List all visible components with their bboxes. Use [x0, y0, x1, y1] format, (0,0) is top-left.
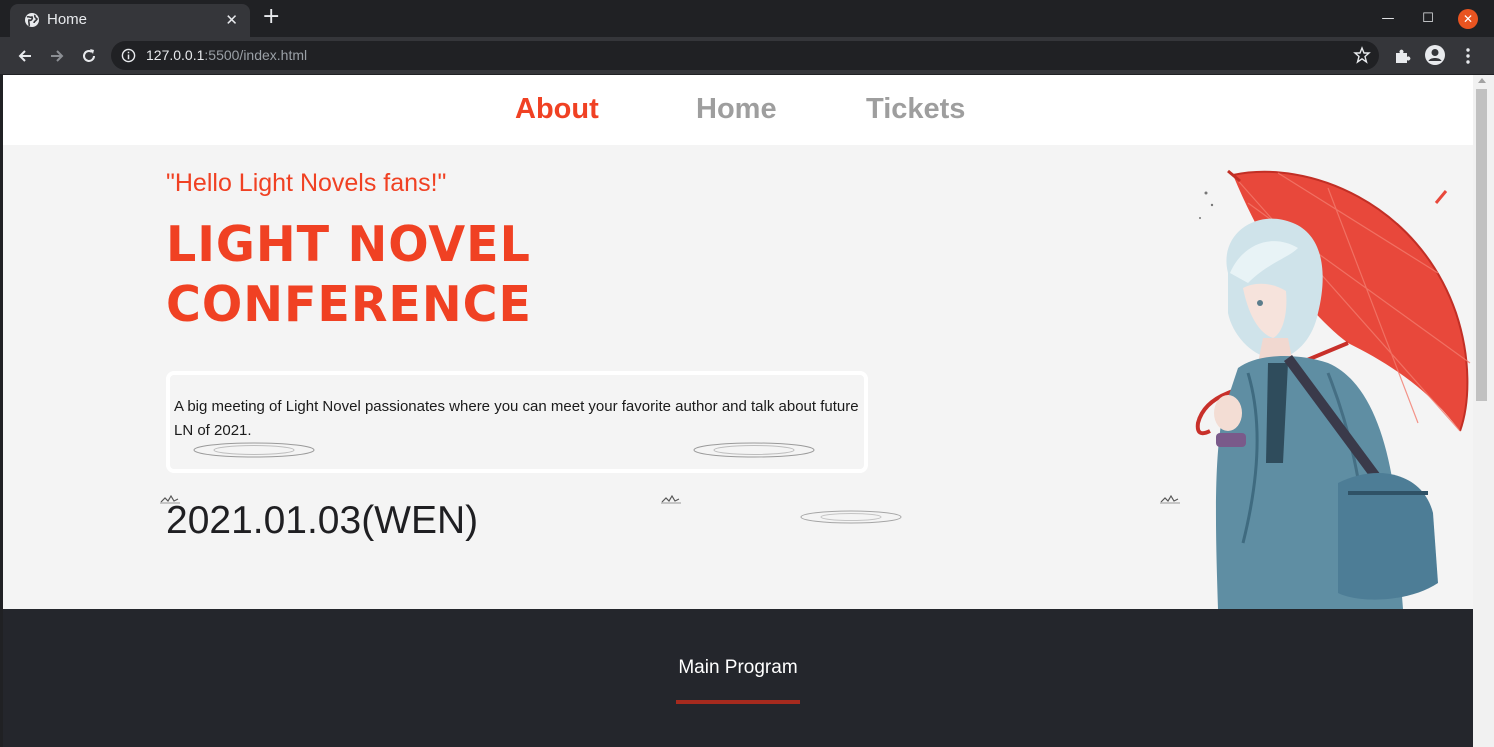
kebab-menu-icon[interactable]: [1458, 46, 1478, 66]
account-icon[interactable]: [1424, 44, 1446, 66]
title-line-1: LIGHT NOVEL: [166, 216, 531, 273]
globe-icon: [25, 13, 39, 27]
hero-greeting: "Hello Light Novels fans!": [166, 169, 447, 197]
tab-title: Home: [47, 11, 88, 28]
arrow-right-icon: [51, 50, 64, 62]
url-host: 127.0.0.1: [146, 47, 205, 63]
title-line-2: CONFERENCE: [166, 276, 532, 333]
rain-ripple: [193, 442, 315, 458]
close-tab-icon[interactable]: ✕: [225, 11, 238, 29]
scroll-up-arrow-icon[interactable]: [1478, 78, 1486, 83]
nav-link-tickets[interactable]: Tickets: [866, 93, 965, 126]
maximize-icon[interactable]: ☐: [1408, 0, 1448, 37]
title-underline: [676, 700, 800, 704]
tab-strip: Home ✕ + — ☐ ✕: [0, 0, 1494, 37]
new-tab-icon[interactable]: +: [262, 4, 280, 29]
arrow-left-icon: [18, 50, 31, 62]
umbrella-character-illustration: [1195, 169, 1471, 609]
nav-link-home[interactable]: Home: [696, 93, 777, 126]
close-window-button[interactable]: ✕: [1448, 0, 1488, 37]
rain-ripple: [693, 442, 815, 458]
page-scrollbar[interactable]: [1473, 75, 1494, 747]
minimize-icon[interactable]: —: [1368, 0, 1408, 37]
url-path: :5500/index.html: [204, 47, 308, 63]
forward-button[interactable]: [44, 43, 70, 69]
browser-tab[interactable]: Home ✕: [10, 4, 250, 37]
conference-title: LIGHT NOVEL CONFERENCE: [166, 215, 532, 335]
program-section: Main Program: [3, 609, 1473, 747]
star-icon[interactable]: [1353, 46, 1371, 64]
program-title: Main Program: [678, 657, 798, 678]
rain-splash: [1160, 494, 1180, 504]
url-text: 127.0.0.1:5500/index.html: [146, 47, 307, 63]
description-text: A big meeting of Light Novel passionates…: [174, 398, 859, 439]
rain-ripple: [800, 510, 902, 524]
scrollbar-thumb[interactable]: [1476, 89, 1487, 401]
browser-toolbar: 127.0.0.1:5500/index.html: [0, 37, 1494, 74]
back-button[interactable]: [12, 43, 38, 69]
nav-link-about[interactable]: About: [515, 93, 599, 126]
page-viewport: About Home Tickets "Hello Light Novels f…: [3, 75, 1473, 747]
address-bar[interactable]: 127.0.0.1:5500/index.html: [111, 41, 1379, 70]
rain-splash: [160, 494, 180, 504]
close-icon: ✕: [1458, 8, 1478, 29]
rain-splash: [661, 494, 681, 504]
puzzle-icon[interactable]: [1392, 46, 1412, 66]
hero-section: "Hello Light Novels fans!" LIGHT NOVEL C…: [3, 145, 1473, 609]
info-icon[interactable]: [121, 48, 136, 63]
site-nav: About Home Tickets: [3, 75, 1473, 145]
reload-button[interactable]: [76, 43, 102, 69]
event-date: 2021.01.03(WEN): [166, 499, 479, 542]
reload-icon: [83, 49, 95, 62]
